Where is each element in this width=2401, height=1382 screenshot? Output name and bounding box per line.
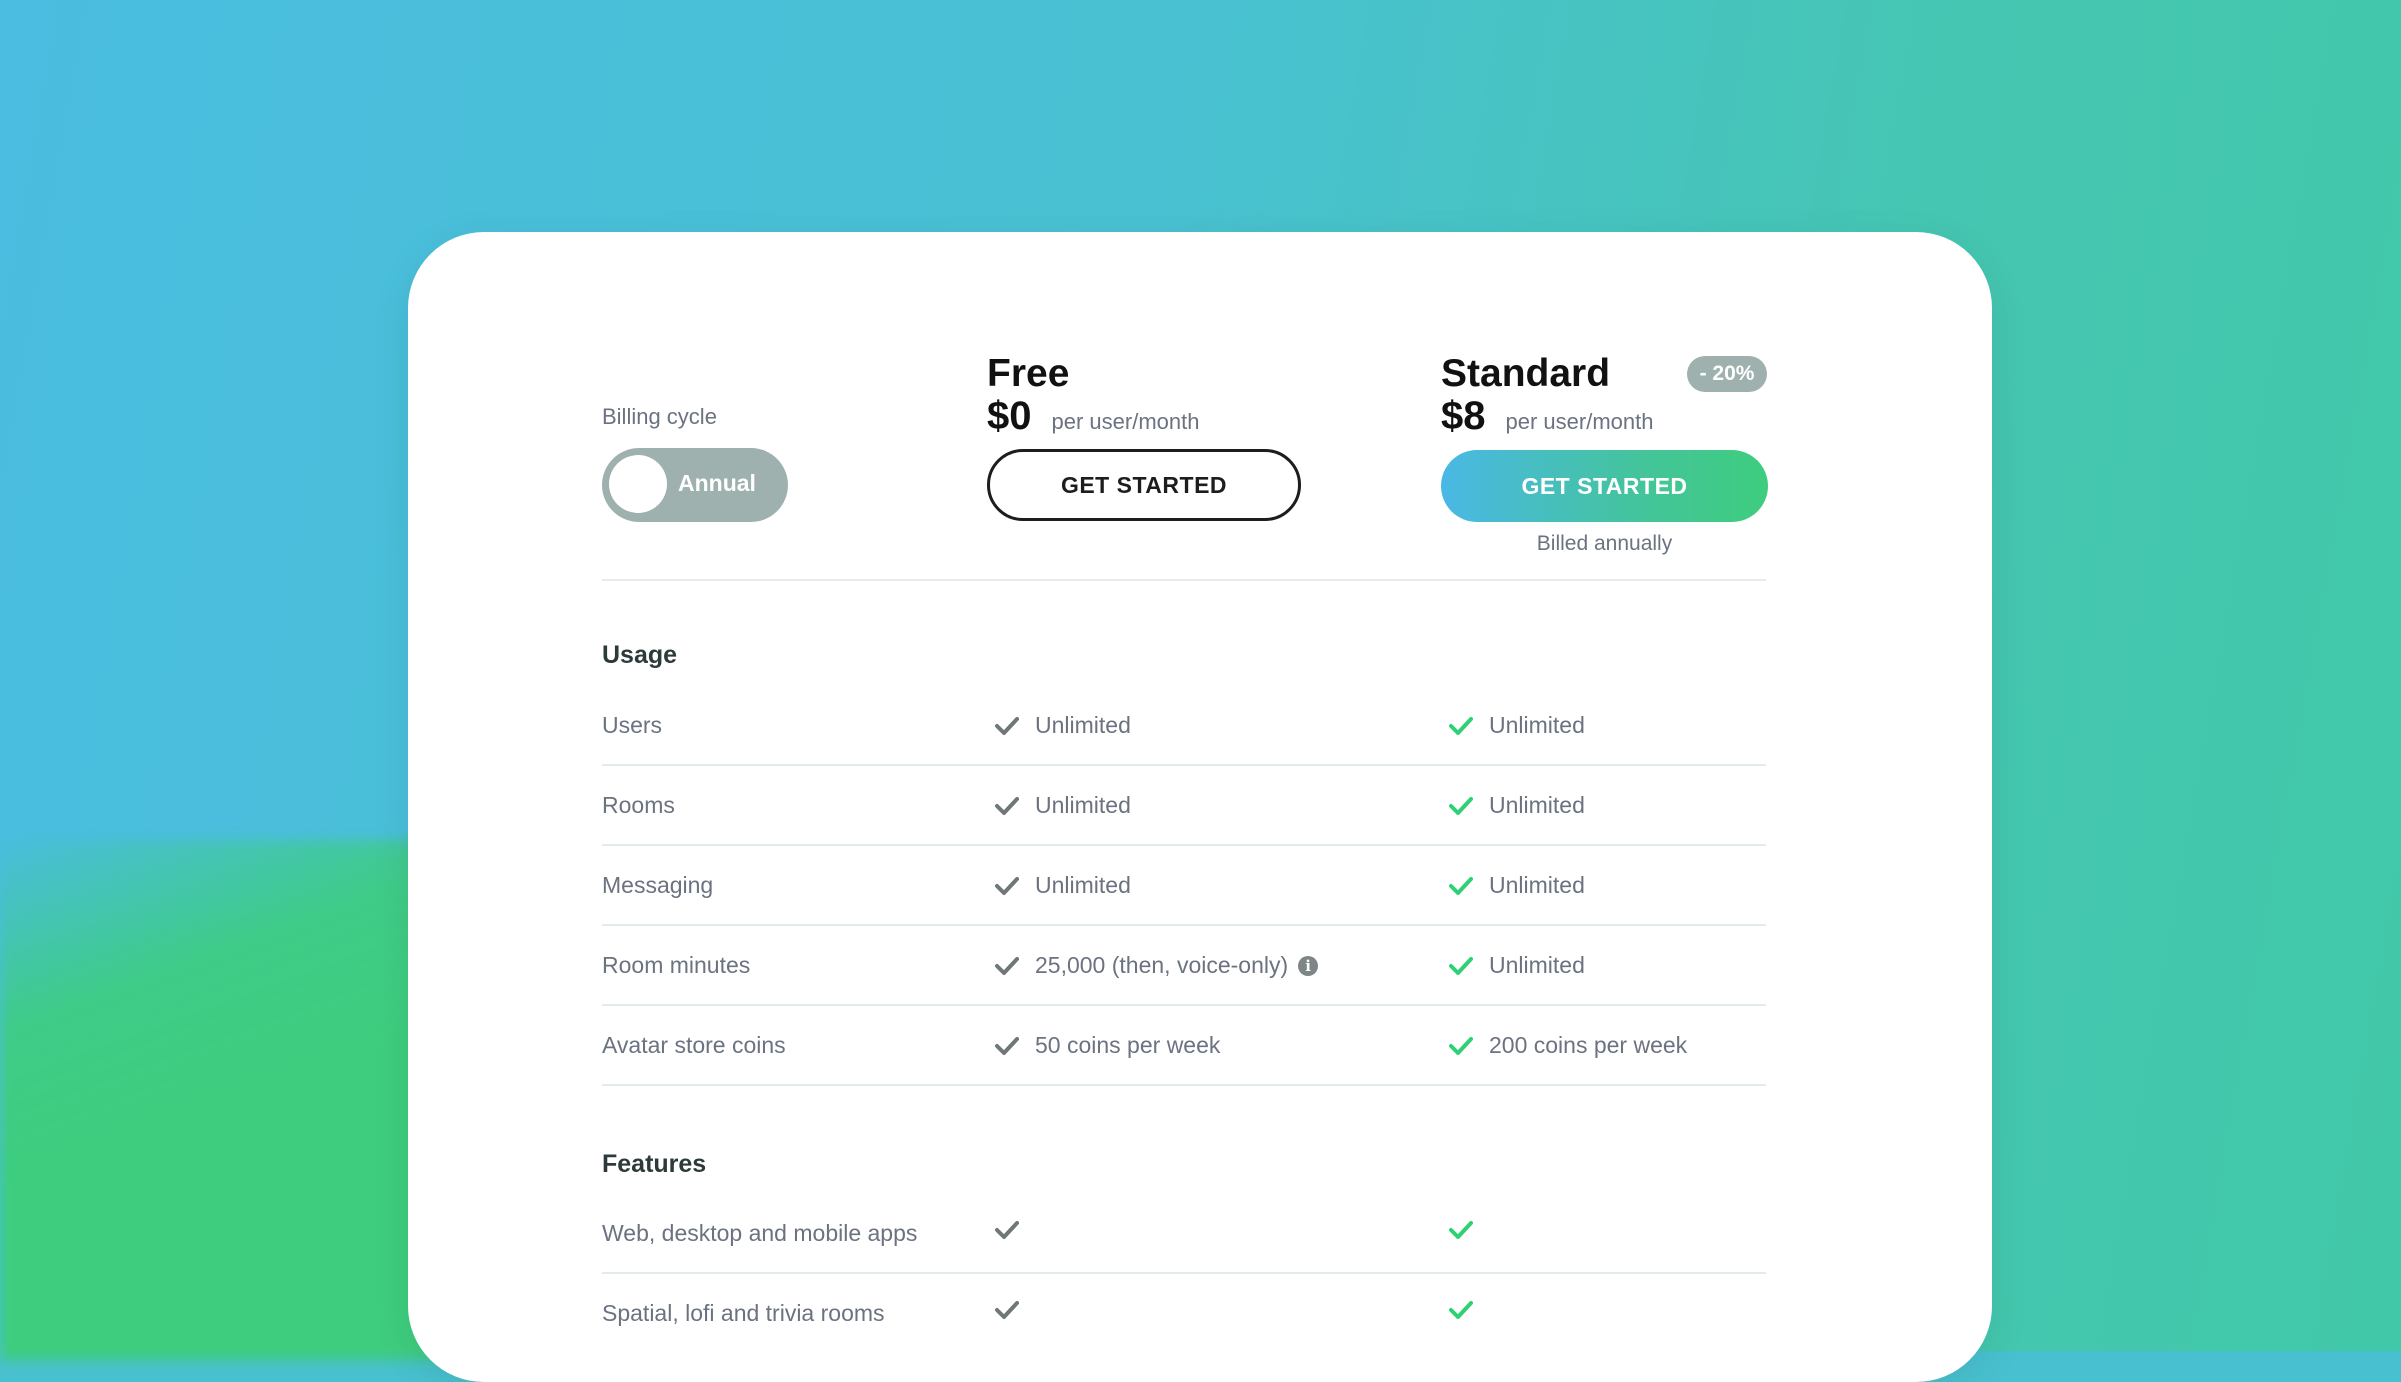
free-cell: Unlimited — [995, 872, 1131, 899]
price-value-standard: $8 — [1441, 394, 1486, 438]
check-gray-icon — [995, 716, 1019, 735]
row-label: Users — [602, 712, 663, 738]
standard-value: Unlimited — [1489, 792, 1585, 818]
table-row: Spatial, lofi and trivia rooms — [602, 1274, 1766, 1354]
billed-annually-note: Billed annually — [1536, 532, 1673, 555]
check-gray-icon — [995, 1301, 1019, 1319]
table-row: Room minutes 25,000 (then, voice-only) i… — [602, 926, 1766, 1006]
section-title-usage: Usage — [602, 641, 678, 669]
free-value: 25,000 (then, voice-only) — [1035, 952, 1289, 978]
free-cell: 50 coins per week — [995, 1032, 1220, 1059]
row-label: Rooms — [602, 792, 675, 818]
free-value: Unlimited — [1035, 792, 1131, 818]
standard-cell: 200 coins per week — [1449, 1032, 1687, 1059]
header-divider — [602, 579, 1766, 581]
table-row: Messaging Unlimited Unlimited — [602, 846, 1766, 926]
check-green-icon — [1449, 1221, 1473, 1239]
standard-cell — [1449, 1220, 1489, 1240]
check-gray-icon — [995, 1036, 1019, 1055]
free-cell: 25,000 (then, voice-only) i — [995, 952, 1319, 979]
section-title-features: Features — [602, 1150, 707, 1178]
pricing-card: Billing cycle Annual Free $0 per user/mo… — [408, 232, 1992, 1382]
table-row: Users Unlimited Unlimited — [602, 686, 1766, 766]
standard-cell — [1449, 1300, 1489, 1320]
row-label: Web, desktop and mobile apps — [602, 1220, 918, 1246]
toggle-label: Annual — [678, 470, 756, 496]
row-label: Spatial, lofi and trivia rooms — [602, 1300, 885, 1326]
check-green-icon — [1449, 956, 1473, 975]
toggle-knob — [609, 455, 667, 513]
price-unit-standard: per user/month — [1505, 409, 1654, 434]
standard-cell: Unlimited — [1449, 872, 1585, 899]
free-value: Unlimited — [1035, 712, 1131, 738]
row-label: Room minutes — [602, 952, 751, 978]
standard-value: 200 coins per week — [1489, 1032, 1688, 1058]
get-started-standard-button[interactable]: GET STARTED — [1441, 450, 1768, 522]
plan-name-free: Free — [987, 352, 1070, 395]
standard-value: Unlimited — [1489, 952, 1585, 978]
free-cell: Unlimited — [995, 792, 1131, 819]
plan-name-standard: Standard — [1441, 352, 1611, 395]
check-gray-icon — [995, 956, 1019, 975]
billing-cycle-toggle[interactable]: Annual — [602, 448, 788, 522]
check-green-icon — [1449, 796, 1473, 815]
check-gray-icon — [995, 796, 1019, 815]
standard-value: Unlimited — [1489, 872, 1585, 898]
table-row: Avatar store coins 50 coins per week 200… — [602, 1006, 1766, 1086]
check-green-icon — [1449, 1301, 1473, 1319]
plan-price-standard: $8 per user/month — [1441, 394, 1653, 439]
table-row: Web, desktop and mobile apps — [602, 1194, 1766, 1274]
standard-cell: Unlimited — [1449, 792, 1585, 819]
table-row: Rooms Unlimited Unlimited — [602, 766, 1766, 846]
free-cell — [995, 1300, 1035, 1320]
billing-cycle-label: Billing cycle — [602, 404, 717, 429]
row-label: Messaging — [602, 872, 714, 898]
check-green-icon — [1449, 716, 1473, 735]
background-green-shape — [0, 840, 460, 1360]
check-gray-icon — [995, 876, 1019, 895]
price-unit-free: per user/month — [1051, 409, 1200, 434]
check-gray-icon — [995, 1221, 1019, 1239]
standard-cell: Unlimited — [1449, 952, 1585, 979]
free-cell: Unlimited — [995, 712, 1131, 739]
check-green-icon — [1449, 1036, 1473, 1055]
free-cell — [995, 1220, 1035, 1240]
info-icon[interactable]: i — [1298, 955, 1319, 976]
standard-value: Unlimited — [1489, 712, 1585, 738]
discount-badge: - 20% — [1687, 356, 1767, 392]
price-value-free: $0 — [987, 394, 1032, 438]
free-value: Unlimited — [1035, 872, 1131, 898]
check-green-icon — [1449, 876, 1473, 895]
standard-cell: Unlimited — [1449, 712, 1585, 739]
get-started-free-button[interactable]: GET STARTED — [987, 449, 1301, 521]
free-value: 50 coins per week — [1035, 1032, 1221, 1058]
plan-price-free: $0 per user/month — [987, 394, 1199, 439]
row-label: Avatar store coins — [602, 1032, 786, 1058]
